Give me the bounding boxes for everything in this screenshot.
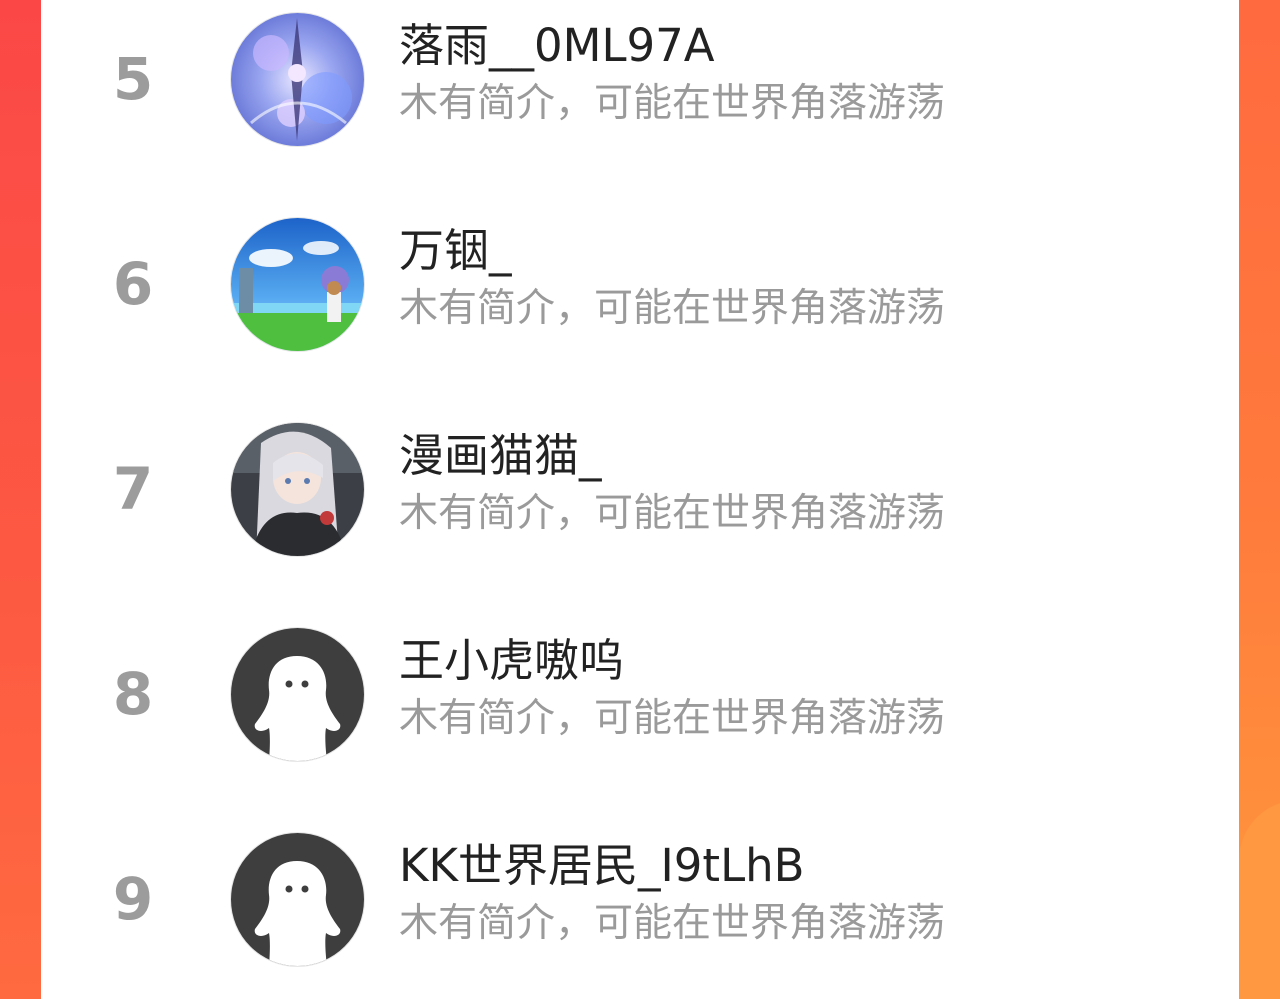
user-bio: 木有简介，可能在世界角落游荡 — [399, 901, 946, 946]
rank-number: 6 — [112, 250, 154, 318]
user-avatar[interactable] — [231, 628, 364, 761]
background-left-edge — [0, 0, 41, 999]
username[interactable]: 万铟_ — [399, 221, 512, 281]
rank-number: 9 — [112, 865, 154, 933]
default-user-avatar-icon — [231, 833, 364, 966]
ranking-row-5[interactable]: 5 落雨__0ML97A 木有简介，可能在世界角落游荡 — [41, 0, 1239, 205]
user-bio: 木有简介，可能在世界角落游荡 — [399, 286, 946, 331]
rank-number: 8 — [112, 660, 154, 728]
rank-number: 7 — [112, 455, 154, 523]
user-bio: 木有简介，可能在世界角落游荡 — [399, 696, 946, 741]
username[interactable]: 落雨__0ML97A — [399, 16, 715, 76]
background-right-edge — [1239, 0, 1280, 999]
ranking-row-9[interactable]: 9 KK世界居民_I9tLhB 木有简介，可能在世界角落游荡 — [41, 820, 1239, 999]
username[interactable]: KK世界居民_I9tLhB — [399, 836, 805, 896]
user-avatar[interactable] — [231, 833, 364, 966]
anime-girl-avatar-icon — [231, 423, 364, 556]
username[interactable]: 王小虎嗷呜 — [399, 631, 624, 691]
user-avatar[interactable] — [231, 218, 364, 351]
ranking-list: 5 落雨__0ML97A 木有简介，可能在世界角落游荡 6 万铟_ 木有简介，可… — [41, 0, 1239, 999]
anime-blue-avatar-icon — [231, 13, 364, 146]
ranking-panel: 5 落雨__0ML97A 木有简介，可能在世界角落游荡 6 万铟_ 木有简介，可… — [41, 0, 1239, 999]
rank-number: 5 — [112, 45, 154, 113]
ranking-row-8[interactable]: 8 王小虎嗷呜 木有简介，可能在世界角落游荡 — [41, 615, 1239, 820]
sky-landscape-avatar-icon — [231, 218, 364, 351]
username[interactable]: 漫画猫猫_ — [399, 426, 602, 486]
background-decoration — [1239, 800, 1280, 999]
user-avatar[interactable] — [231, 423, 364, 556]
user-avatar[interactable] — [231, 13, 364, 146]
user-bio: 木有简介，可能在世界角落游荡 — [399, 491, 946, 536]
user-bio: 木有简介，可能在世界角落游荡 — [399, 81, 946, 126]
ranking-row-6[interactable]: 6 万铟_ 木有简介，可能在世界角落游荡 — [41, 205, 1239, 410]
default-user-avatar-icon — [231, 628, 364, 761]
ranking-row-7[interactable]: 7 漫画猫猫_ 木有简介，可能在世界角落游荡 — [41, 410, 1239, 615]
